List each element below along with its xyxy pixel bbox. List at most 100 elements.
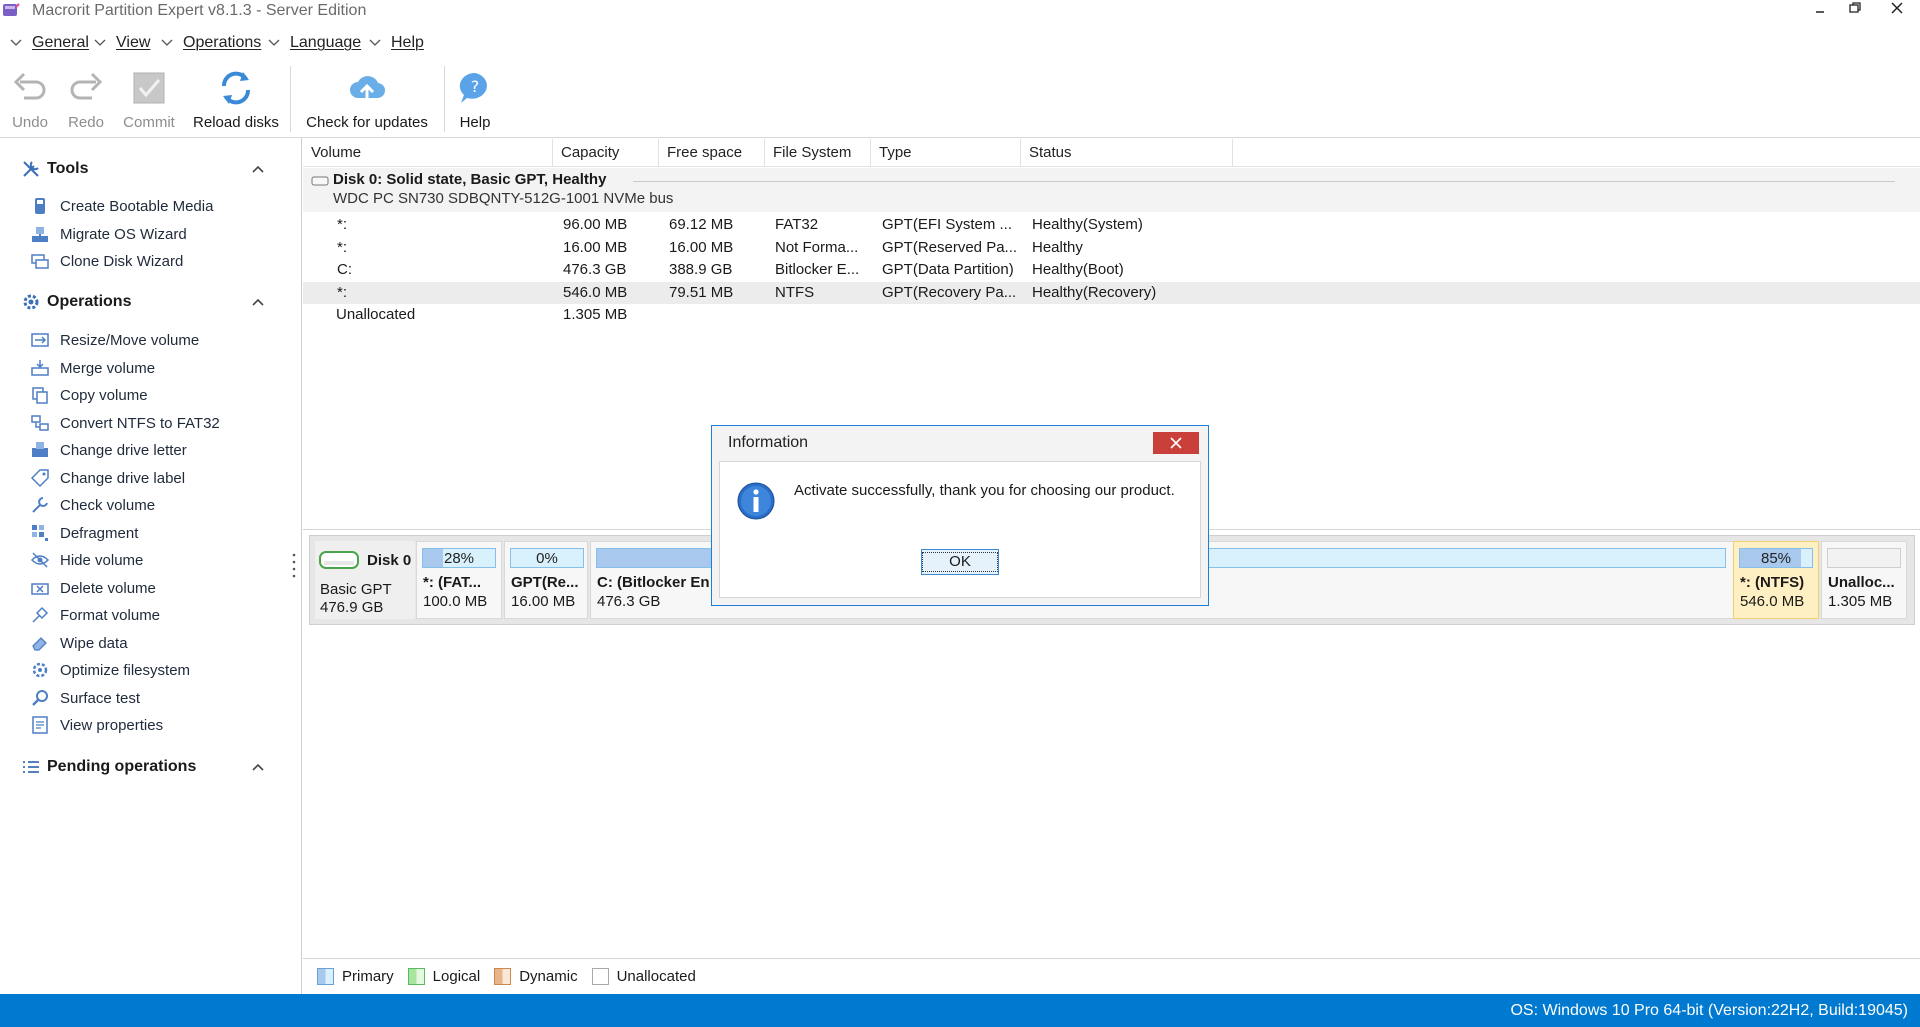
partition-label: *: (NTFS) [1740,574,1805,591]
disk-divider [633,181,1895,182]
tools-section-header[interactable]: Tools [20,156,270,182]
minimize-button[interactable] [1803,0,1837,24]
sidebar-item-optimize-filesystem[interactable]: Optimize filesystem [30,658,190,682]
partition-block[interactable]: 28% *: (FAT... 100.0 MB [416,541,502,619]
cell-type: GPT(Data Partition) [882,261,1014,278]
cell-free: 16.00 MB [669,239,734,256]
sidebar-item-clone-disk-wizard[interactable]: Clone Disk Wizard [30,249,183,273]
commit-button[interactable]: Commit [119,68,179,138]
menu-help[interactable]: Help [368,34,424,52]
column-header-type[interactable]: Type [871,139,1021,167]
restore-button[interactable] [1838,0,1872,24]
close-window-button[interactable] [1880,0,1914,24]
pending-operations-header[interactable]: Pending operations [20,754,270,780]
dynamic-swatch [494,968,512,985]
sidebar-item-format-volume[interactable]: Format volume [30,603,160,627]
operations-section-header[interactable]: Operations [20,289,270,315]
check-updates-button[interactable]: Check for updates [302,68,432,138]
cell-status: Healthy(System) [1032,216,1143,233]
disk-map-disk[interactable]: Disk 0 Basic GPT 476.9 GB [315,541,415,619]
cell-fs: FAT32 [775,216,819,233]
column-header-free-space[interactable]: Free space [659,139,765,167]
usage-bar: 28% [422,548,496,568]
disk-map-type: Basic GPT [320,581,392,598]
cell-status: Healthy(Recovery) [1032,284,1157,301]
chevron-up-icon[interactable] [250,295,266,311]
usb-drive-icon [35,198,45,214]
sidebar-item-create-bootable-media[interactable]: Create Bootable Media [30,194,213,218]
partition-size: 100.0 MB [423,593,488,610]
chevron-up-icon[interactable] [250,162,266,178]
volume-list-header: Volume Capacity Free space File System T… [303,139,1920,167]
menu-general[interactable]: General [9,34,89,52]
column-header-volume[interactable]: Volume [303,139,553,167]
operations-gear-icon [23,294,39,310]
chevron-down-icon [268,39,280,46]
wrench-icon [32,497,48,513]
cell-status: Healthy [1032,239,1083,256]
sidebar-item-copy-volume[interactable]: Copy volume [30,383,148,407]
usage-bar: 0% [510,548,584,568]
unallocated-swatch [591,968,609,985]
partition-block[interactable]: Unalloc... 1.305 MB [1821,541,1907,619]
hide-eye-icon [30,552,50,568]
partition-block[interactable]: 0% GPT(Re... 16.00 MB [504,541,588,619]
toolbar-separator [290,66,291,132]
column-header-capacity[interactable]: Capacity [553,139,659,167]
sidebar-item-merge-volume[interactable]: Merge volume [30,356,155,380]
migrate-os-icon [32,227,48,242]
legend: Primary Logical Dynamic Unallocated [303,958,1920,994]
column-header-status[interactable]: Status [1021,139,1233,167]
splitter-grip[interactable] [292,552,296,578]
disk-group-row[interactable]: Disk 0: Solid state, Basic GPT, Healthy … [303,168,1920,212]
redo-button[interactable]: Redo [64,68,108,138]
eraser-icon [32,637,47,651]
cell-volume: C: [337,261,352,278]
help-button[interactable]: ? Help [455,68,495,138]
minimize-icon [1816,11,1824,13]
undo-button[interactable]: Undo [8,68,52,138]
cell-free: 388.9 GB [669,261,733,278]
sidebar-item-defragment[interactable]: Defragment [30,521,138,545]
legend-dynamic: Dynamic [494,968,578,985]
column-header-file-system[interactable]: File System [765,139,871,167]
partition-size: 16.00 MB [511,593,576,610]
menu-view[interactable]: View [93,34,150,52]
sidebar-item-hide-volume[interactable]: Hide volume [30,548,143,572]
sidebar-item-wipe-data[interactable]: Wipe data [30,631,128,655]
sidebar-item-surface-test[interactable]: Surface test [30,686,140,710]
sidebar-item-view-properties[interactable]: View properties [30,713,163,737]
magnifier-icon [32,690,48,706]
disk-model: WDC PC SN730 SDBQNTY-512G-1001 NVMe bus [333,190,674,207]
cell-type: GPT(EFI System ... [882,216,1013,233]
table-row-selected[interactable]: *: 546.0 MB 79.51 MB NTFS GPT(Recovery P… [303,282,1920,304]
table-row[interactable]: *: 96.00 MB 69.12 MB FAT32 GPT(EFI Syste… [303,214,1920,236]
menu-operations[interactable]: Operations [160,34,261,52]
sidebar: Tools Create Bootable Media Migrate OS W… [0,138,302,994]
optimize-gear-icon [32,662,48,678]
table-row[interactable]: Unallocated 1.305 MB [303,304,1920,326]
sidebar-item-change-drive-letter[interactable]: Change drive letter [30,438,187,462]
cell-capacity: 16.00 MB [563,239,628,256]
reload-disks-button[interactable]: Reload disks [191,68,281,138]
cell-capacity: 546.0 MB [563,284,628,301]
dialog-close-button[interactable] [1153,432,1199,454]
legend-logical: Logical [407,968,480,985]
clone-disk-icon [31,254,49,269]
sidebar-item-delete-volume[interactable]: Delete volume [30,576,156,600]
sidebar-item-check-volume[interactable]: Check volume [30,493,155,517]
sidebar-item-resize-move[interactable]: Resize/Move volume [30,328,199,352]
sidebar-item-change-drive-label[interactable]: Change drive label [30,466,185,490]
sidebar-item-convert-ntfs-fat32[interactable]: Convert NTFS to FAT32 [30,411,220,435]
partition-block-selected[interactable]: 85% *: (NTFS) 546.0 MB [1733,541,1819,619]
table-row[interactable]: *: 16.00 MB 16.00 MB Not Forma... GPT(Re… [303,237,1920,259]
usage-percent: 0% [536,550,558,567]
disk-map-size: 476.9 GB [320,599,384,616]
menu-language[interactable]: Language [267,34,361,52]
cell-type: GPT(Reserved Pa... [882,239,1018,256]
ok-button[interactable]: OK [921,549,999,575]
chevron-up-icon[interactable] [250,760,266,776]
table-row[interactable]: C: 476.3 GB 388.9 GB Bitlocker E... GPT(… [303,259,1920,281]
restore-icon [1849,2,1861,13]
sidebar-item-migrate-os-wizard[interactable]: Migrate OS Wizard [30,222,187,246]
